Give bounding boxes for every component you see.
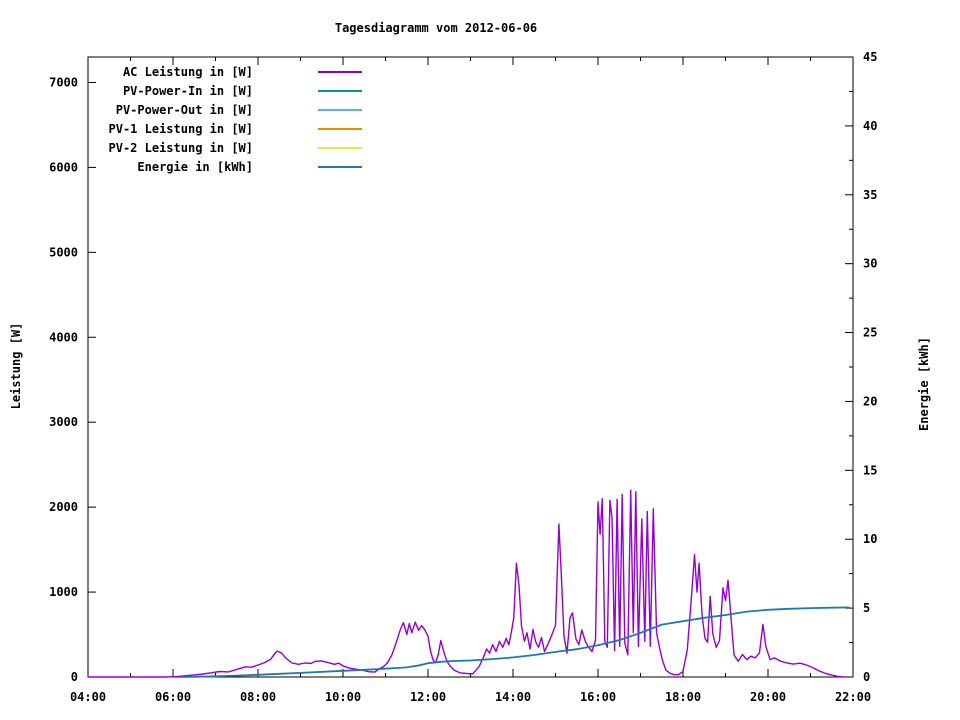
chart-canvas: Tagesdiagramm vom 2012-06-06 Leistung [W… <box>0 0 960 720</box>
y-right-tick-label: 0 <box>863 670 870 684</box>
y-right-tick-label: 40 <box>863 119 877 133</box>
y-left-tick-label: 6000 <box>49 160 78 174</box>
y-axis-label-left: Leistung [W] <box>9 323 23 410</box>
plot-area: 04:00 06:00 08:00 10:00 12:00 14:00 16:00 18:00… <box>0 0 960 720</box>
y-left-tick-label: 2000 <box>49 500 78 514</box>
y-right-tick-label: 15 <box>863 463 877 477</box>
y-right-tick-label: 35 <box>863 188 877 202</box>
chart-title: Tagesdiagramm vom 2012-06-06 <box>335 21 537 35</box>
y-right-tick-label: 10 <box>863 532 877 546</box>
legend-label: Energie in [kWh] <box>137 160 253 174</box>
legend-label: PV-2 Leistung in [W] <box>109 141 254 155</box>
y-right-tick-label: 25 <box>863 326 877 340</box>
x-tick-label: 22:00 <box>835 690 871 704</box>
y-left-tick-label: 0 <box>71 670 78 684</box>
x-tick-label: 14:00 <box>495 690 531 704</box>
x-tick-label: 04:00 <box>70 690 106 704</box>
x-tick-label: 18:00 <box>665 690 701 704</box>
x-tick-label: 20:00 <box>750 690 786 704</box>
legend-label: PV-Power-Out in [W] <box>116 103 253 117</box>
series-line-energie-in-kwh- <box>182 607 849 677</box>
y-left-tick-label: 7000 <box>49 75 78 89</box>
y-right-tick-label: 20 <box>863 394 877 408</box>
y-left-tick-label: 4000 <box>49 330 78 344</box>
legend-label: PV-1 Leistung in [W] <box>109 122 254 136</box>
legend-label: AC Leistung in [W] <box>123 65 253 79</box>
y-right-tick-label: 45 <box>863 50 877 64</box>
y-right-tick-label: 5 <box>863 601 870 615</box>
x-tick-label: 16:00 <box>580 690 616 704</box>
y-axis-label-right: Energie [kWh] <box>917 337 931 431</box>
x-tick-label: 10:00 <box>325 690 361 704</box>
x-tick-label: 12:00 <box>410 690 446 704</box>
x-tick-label: 06:00 <box>155 690 191 704</box>
y-right-tick-label: 30 <box>863 257 877 271</box>
y-left-tick-label: 1000 <box>49 585 78 599</box>
y-left-tick-label: 5000 <box>49 245 78 259</box>
legend-label: PV-Power-In in [W] <box>123 84 253 98</box>
y-left-tick-label: 3000 <box>49 415 78 429</box>
series-line-ac-leistung-in-w- <box>88 490 844 677</box>
x-tick-label: 08:00 <box>240 690 276 704</box>
